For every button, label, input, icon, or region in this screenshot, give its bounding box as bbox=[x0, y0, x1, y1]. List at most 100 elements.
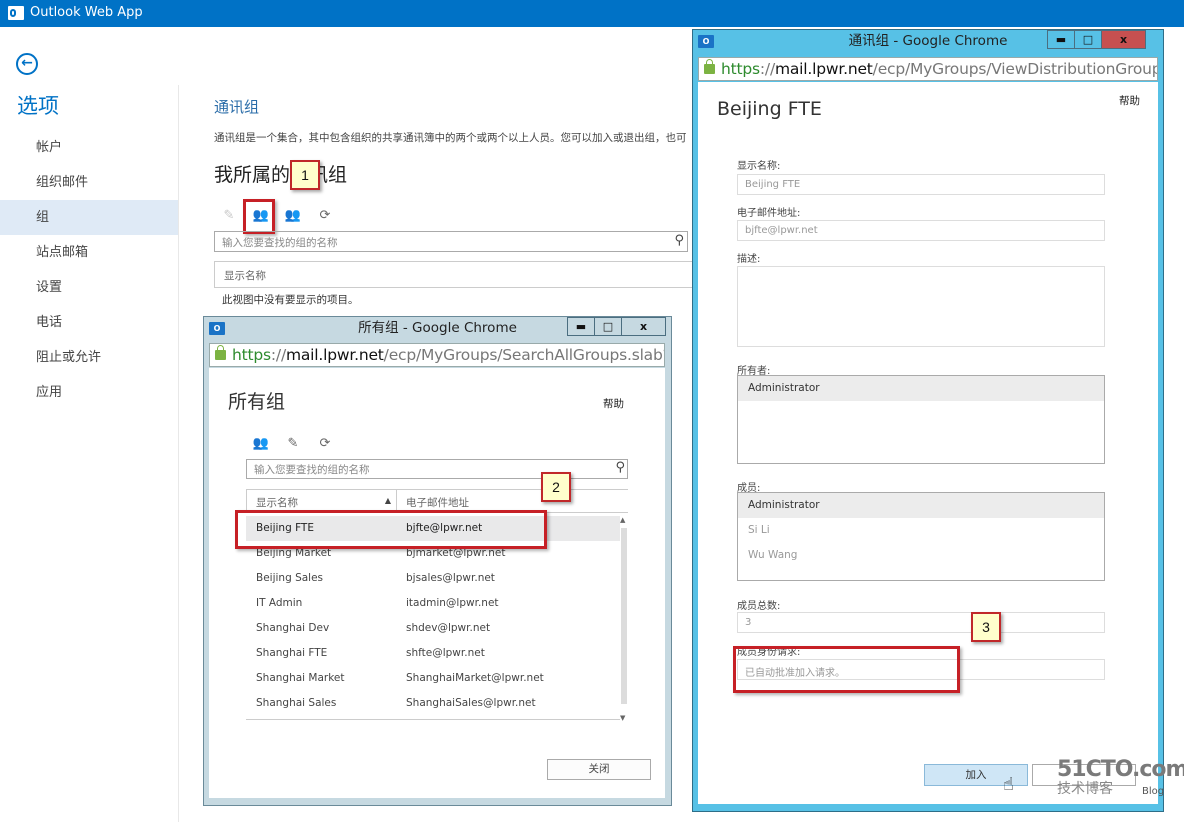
page-description: 通讯组是一个集合，其中包含组织的共享通讯簿中的两个或两个以上人员。您可以加入或退… bbox=[214, 132, 687, 144]
help-link[interactable]: 帮助 bbox=[603, 396, 624, 411]
group-name: Shanghai Dev bbox=[256, 622, 330, 634]
group-email: shdev@lpwr.net bbox=[406, 622, 491, 634]
column-header-display-name[interactable]: 显示名称 bbox=[214, 261, 692, 288]
url-sep: :// bbox=[759, 60, 775, 78]
list-item[interactable]: Wu Wang bbox=[738, 543, 1104, 568]
scroll-up-icon[interactable]: ▲ bbox=[620, 516, 625, 524]
leave-group-icon[interactable]: 👥 bbox=[284, 207, 302, 225]
owners-list[interactable]: Administrator bbox=[737, 375, 1105, 464]
callout-3: 3 bbox=[971, 612, 1001, 642]
join-group-icon[interactable]: 👥 bbox=[252, 435, 270, 453]
options-title: 选项 bbox=[17, 94, 59, 118]
table-row[interactable]: Shanghai Market ShanghaiMarket@lpwr.net bbox=[246, 666, 620, 691]
dialog-title: Beijing FTE bbox=[717, 98, 822, 120]
email-field[interactable]: bjfte@lpwr.net bbox=[737, 220, 1105, 241]
table-row[interactable]: Shanghai Dev shdev@lpwr.net bbox=[246, 616, 620, 641]
table-row[interactable]: Shanghai Sales ShanghaiSales@lpwr.net bbox=[246, 691, 620, 716]
group-email: ShanghaiSales@lpwr.net bbox=[406, 697, 536, 709]
back-arrow-icon[interactable]: ← bbox=[16, 53, 38, 75]
group-email: ShanghaiMarket@lpwr.net bbox=[406, 672, 544, 684]
group-name: Shanghai Market bbox=[256, 672, 345, 684]
display-name-field[interactable]: Beijing FTE bbox=[737, 174, 1105, 195]
close-button[interactable]: x bbox=[621, 317, 666, 336]
group-email: itadmin@lpwr.net bbox=[406, 597, 499, 609]
address-bar[interactable]: https://mail.lpwr.net/ecp/MyGroups/ViewD… bbox=[698, 57, 1158, 81]
sidebar-divider bbox=[178, 85, 179, 822]
sidebar-item-site-mailboxes[interactable]: 站点邮箱 bbox=[0, 235, 178, 270]
url-sep: :// bbox=[270, 346, 286, 364]
minimize-button[interactable]: ▬ bbox=[1047, 30, 1074, 49]
refresh-icon[interactable]: ⟳ bbox=[316, 207, 334, 225]
sidebar-item-settings[interactable]: 设置 bbox=[0, 270, 178, 305]
watermark: 51CTO.com 技术博客 Blog bbox=[1057, 757, 1184, 798]
display-name-label: 显示名称: bbox=[737, 161, 781, 172]
member-count-field[interactable]: 3 bbox=[737, 612, 1105, 633]
edit-pencil-icon[interactable]: ✎ bbox=[284, 435, 302, 453]
sidebar-nav: 帐户 组织邮件 组 站点邮箱 设置 电话 阻止或允许 应用 bbox=[0, 130, 178, 410]
outlook-icon bbox=[8, 6, 24, 20]
group-name: Shanghai FTE bbox=[256, 647, 328, 659]
edit-pencil-icon[interactable]: ✎ bbox=[220, 207, 238, 225]
email-label: 电子邮件地址: bbox=[737, 208, 801, 219]
list-item[interactable]: Administrator bbox=[738, 376, 1104, 401]
table-row[interactable]: Shanghai FTE shfte@lpwr.net bbox=[246, 641, 620, 666]
scrollbar-thumb[interactable] bbox=[621, 528, 627, 704]
group-search-input[interactable]: 输入您要查找的组的名称 ⚲ bbox=[214, 231, 688, 252]
help-link[interactable]: 帮助 bbox=[1119, 93, 1140, 108]
hand-cursor-icon: ☝ bbox=[1003, 774, 1014, 795]
search-placeholder: 输入您要查找的组的名称 bbox=[254, 464, 370, 476]
sidebar-item-block-or-allow[interactable]: 阻止或允许 bbox=[0, 340, 178, 375]
list-divider bbox=[246, 719, 620, 720]
table-row[interactable]: Beijing Sales bjsales@lpwr.net bbox=[246, 566, 620, 591]
table-row[interactable]: IT Admin itadmin@lpwr.net bbox=[246, 591, 620, 616]
maximize-button[interactable]: □ bbox=[594, 317, 621, 336]
empty-list-message: 此视图中没有要显示的项目。 bbox=[222, 294, 359, 306]
url-host: mail.lpwr.net bbox=[285, 346, 384, 364]
list-item[interactable]: Si Li bbox=[738, 518, 1104, 543]
highlight-selected-row bbox=[235, 510, 547, 549]
callout-1: 1 bbox=[290, 160, 320, 190]
url-path: /ecp/MyGroups/SearchAllGroups.slab?pwn bbox=[383, 346, 664, 364]
url-scheme: https bbox=[232, 346, 271, 364]
sidebar-item-phone[interactable]: 电话 bbox=[0, 305, 178, 340]
window-controls: ▬ □ x bbox=[567, 317, 666, 336]
scroll-down-icon[interactable]: ▼ bbox=[620, 714, 625, 722]
url-host: mail.lpwr.net bbox=[774, 60, 873, 78]
address-bar[interactable]: https://mail.lpwr.net/ecp/MyGroups/Searc… bbox=[209, 343, 665, 367]
group-name: IT Admin bbox=[256, 597, 303, 609]
vertical-scrollbar[interactable]: ▲ ▼ bbox=[620, 516, 628, 722]
sidebar-item-groups[interactable]: 组 bbox=[0, 200, 178, 235]
app-header: Outlook Web App bbox=[0, 0, 1184, 27]
highlight-membership-request bbox=[733, 646, 960, 693]
sidebar-item-organize-email[interactable]: 组织邮件 bbox=[0, 165, 178, 200]
all-groups-toolbar: 👥 ✎ ⟳ bbox=[252, 435, 334, 453]
group-name: Shanghai Sales bbox=[256, 697, 337, 709]
search-icon[interactable]: ⚲ bbox=[674, 233, 684, 248]
close-dialog-button[interactable]: 关闭 bbox=[547, 759, 651, 780]
refresh-icon[interactable]: ⟳ bbox=[316, 435, 334, 453]
page-title: 通讯组 bbox=[214, 98, 260, 116]
lock-icon bbox=[215, 345, 226, 360]
window-controls: ▬ □ x bbox=[1047, 30, 1146, 49]
callout-2: 2 bbox=[541, 472, 571, 502]
groups-toolbar: ✎ 👥 👥 ⟳ bbox=[220, 206, 334, 226]
group-email: bjsales@lpwr.net bbox=[406, 572, 495, 584]
minimize-button[interactable]: ▬ bbox=[567, 317, 594, 336]
group-name: Beijing Sales bbox=[256, 572, 324, 584]
dialog-title: 所有组 bbox=[228, 391, 286, 413]
maximize-button[interactable]: □ bbox=[1074, 30, 1101, 49]
column-label: 显示名称 bbox=[256, 497, 298, 509]
sort-ascending-icon: ▲ bbox=[384, 496, 391, 505]
url-path: /ecp/MyGroups/ViewDistributionGroup.asp bbox=[872, 60, 1157, 78]
section-title: 我所属的通讯组 bbox=[214, 164, 348, 186]
sidebar-item-apps[interactable]: 应用 bbox=[0, 375, 178, 410]
sidebar-item-account[interactable]: 帐户 bbox=[0, 130, 178, 165]
watermark-line3: Blog bbox=[1142, 786, 1165, 797]
group-email: shfte@lpwr.net bbox=[406, 647, 485, 659]
search-icon[interactable]: ⚲ bbox=[615, 460, 625, 475]
close-button[interactable]: x bbox=[1101, 30, 1146, 49]
list-item[interactable]: Administrator bbox=[738, 493, 1104, 518]
description-field[interactable] bbox=[737, 266, 1105, 347]
app-title: Outlook Web App bbox=[30, 5, 143, 20]
members-list[interactable]: Administrator Si Li Wu Wang bbox=[737, 492, 1105, 581]
